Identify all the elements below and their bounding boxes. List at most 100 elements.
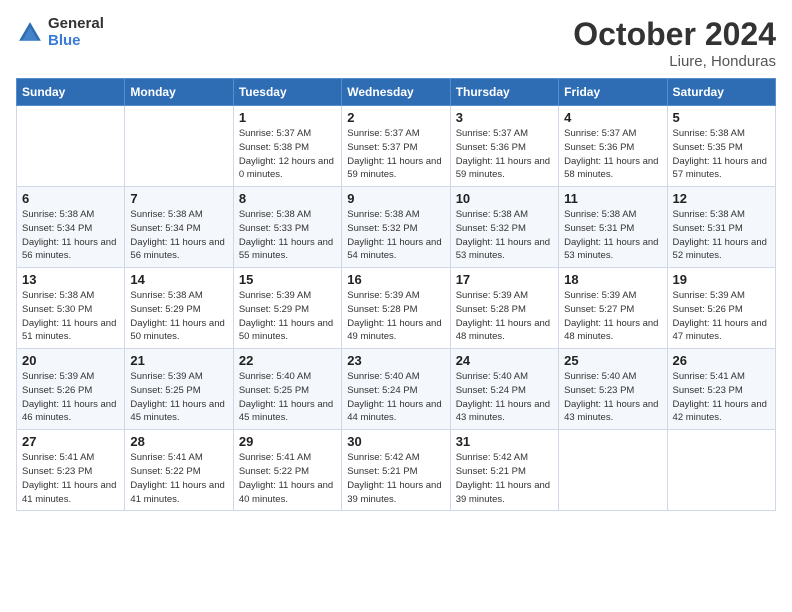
day-cell: 9 Sunrise: 5:38 AM Sunset: 5:32 PM Daylig…: [342, 187, 450, 268]
header-monday: Monday: [125, 79, 233, 106]
header-wednesday: Wednesday: [342, 79, 450, 106]
day-info: Sunrise: 5:38 AM Sunset: 5:32 PM Dayligh…: [347, 208, 444, 263]
day-info: Sunrise: 5:38 AM Sunset: 5:30 PM Dayligh…: [22, 289, 119, 344]
day-cell: 1 Sunrise: 5:37 AM Sunset: 5:38 PM Daylig…: [233, 106, 341, 187]
day-info: Sunrise: 5:40 AM Sunset: 5:25 PM Dayligh…: [239, 370, 336, 425]
day-info: Sunrise: 5:42 AM Sunset: 5:21 PM Dayligh…: [347, 451, 444, 506]
day-number: 10: [456, 191, 553, 206]
day-number: 25: [564, 353, 661, 368]
week-row-4: 20 Sunrise: 5:39 AM Sunset: 5:26 PM Dayli…: [17, 349, 776, 430]
day-number: 2: [347, 110, 444, 125]
day-info: Sunrise: 5:38 AM Sunset: 5:33 PM Dayligh…: [239, 208, 336, 263]
header-row: SundayMondayTuesdayWednesdayThursdayFrid…: [17, 79, 776, 106]
logo-text: General Blue: [48, 16, 104, 49]
location: Liure, Honduras: [573, 53, 776, 70]
day-cell: 5 Sunrise: 5:38 AM Sunset: 5:35 PM Daylig…: [667, 106, 775, 187]
day-cell: 3Sunrise: 5:37 AM Sunset: 5:36 PM Daylig…: [450, 106, 558, 187]
day-cell: 25 Sunrise: 5:40 AM Sunset: 5:23 PM Dayli…: [559, 349, 667, 430]
header-sunday: Sunday: [17, 79, 125, 106]
day-cell: 2 Sunrise: 5:37 AM Sunset: 5:37 PM Daylig…: [342, 106, 450, 187]
day-info: Sunrise: 5:37 AM Sunset: 5:38 PM Dayligh…: [239, 127, 336, 182]
day-number: 18: [564, 272, 661, 287]
day-cell: 16Sunrise: 5:39 AM Sunset: 5:28 PM Dayli…: [342, 268, 450, 349]
day-cell: 21Sunrise: 5:39 AM Sunset: 5:25 PM Dayli…: [125, 349, 233, 430]
day-number: 11: [564, 191, 661, 206]
day-cell: 20 Sunrise: 5:39 AM Sunset: 5:26 PM Dayli…: [17, 349, 125, 430]
day-info: Sunrise: 5:39 AM Sunset: 5:26 PM Dayligh…: [22, 370, 119, 425]
day-cell: 23 Sunrise: 5:40 AM Sunset: 5:24 PM Dayli…: [342, 349, 450, 430]
day-number: 29: [239, 434, 336, 449]
day-number: 13: [22, 272, 119, 287]
day-info: Sunrise: 5:41 AM Sunset: 5:22 PM Dayligh…: [239, 451, 336, 506]
day-cell: 14 Sunrise: 5:38 AM Sunset: 5:29 PM Dayli…: [125, 268, 233, 349]
day-cell: [667, 430, 775, 511]
day-cell: 31 Sunrise: 5:42 AM Sunset: 5:21 PM Dayli…: [450, 430, 558, 511]
day-info: Sunrise: 5:42 AM Sunset: 5:21 PM Dayligh…: [456, 451, 553, 506]
day-info: Sunrise: 5:37 AM Sunset: 5:37 PM Dayligh…: [347, 127, 444, 182]
day-info: Sunrise: 5:38 AM Sunset: 5:34 PM Dayligh…: [130, 208, 227, 263]
day-number: 12: [673, 191, 770, 206]
day-cell: 11 Sunrise: 5:38 AM Sunset: 5:31 PM Dayli…: [559, 187, 667, 268]
day-cell: 30Sunrise: 5:42 AM Sunset: 5:21 PM Dayli…: [342, 430, 450, 511]
logo-icon: [16, 19, 44, 47]
day-cell: 17Sunrise: 5:39 AM Sunset: 5:28 PM Dayli…: [450, 268, 558, 349]
day-cell: [559, 430, 667, 511]
day-info: Sunrise: 5:38 AM Sunset: 5:34 PM Dayligh…: [22, 208, 119, 263]
day-number: 8: [239, 191, 336, 206]
page-header: General Blue October 2024 Liure, Hondura…: [16, 16, 776, 70]
day-number: 6: [22, 191, 119, 206]
day-number: 28: [130, 434, 227, 449]
day-number: 22: [239, 353, 336, 368]
day-info: Sunrise: 5:41 AM Sunset: 5:23 PM Dayligh…: [22, 451, 119, 506]
day-info: Sunrise: 5:38 AM Sunset: 5:35 PM Dayligh…: [673, 127, 770, 182]
header-thursday: Thursday: [450, 79, 558, 106]
logo-blue: Blue: [48, 33, 104, 50]
day-info: Sunrise: 5:37 AM Sunset: 5:36 PM Dayligh…: [564, 127, 661, 182]
day-cell: 24Sunrise: 5:40 AM Sunset: 5:24 PM Dayli…: [450, 349, 558, 430]
calendar-header: SundayMondayTuesdayWednesdayThursdayFrid…: [17, 79, 776, 106]
day-cell: 7 Sunrise: 5:38 AM Sunset: 5:34 PM Daylig…: [125, 187, 233, 268]
day-cell: [125, 106, 233, 187]
day-cell: 10 Sunrise: 5:38 AM Sunset: 5:32 PM Dayli…: [450, 187, 558, 268]
day-cell: 26Sunrise: 5:41 AM Sunset: 5:23 PM Dayli…: [667, 349, 775, 430]
day-info: Sunrise: 5:38 AM Sunset: 5:31 PM Dayligh…: [564, 208, 661, 263]
day-cell: 22 Sunrise: 5:40 AM Sunset: 5:25 PM Dayli…: [233, 349, 341, 430]
day-info: Sunrise: 5:40 AM Sunset: 5:24 PM Dayligh…: [347, 370, 444, 425]
day-number: 21: [130, 353, 227, 368]
day-number: 19: [673, 272, 770, 287]
day-cell: 27 Sunrise: 5:41 AM Sunset: 5:23 PM Dayli…: [17, 430, 125, 511]
day-number: 1: [239, 110, 336, 125]
day-info: Sunrise: 5:38 AM Sunset: 5:29 PM Dayligh…: [130, 289, 227, 344]
day-number: 9: [347, 191, 444, 206]
day-cell: 18 Sunrise: 5:39 AM Sunset: 5:27 PM Dayli…: [559, 268, 667, 349]
day-number: 26: [673, 353, 770, 368]
logo-general: General: [48, 16, 104, 33]
day-number: 23: [347, 353, 444, 368]
day-cell: 8 Sunrise: 5:38 AM Sunset: 5:33 PM Daylig…: [233, 187, 341, 268]
day-cell: 28Sunrise: 5:41 AM Sunset: 5:22 PM Dayli…: [125, 430, 233, 511]
day-number: 15: [239, 272, 336, 287]
day-info: Sunrise: 5:39 AM Sunset: 5:27 PM Dayligh…: [564, 289, 661, 344]
day-number: 14: [130, 272, 227, 287]
day-cell: 4 Sunrise: 5:37 AM Sunset: 5:36 PM Daylig…: [559, 106, 667, 187]
week-row-3: 13 Sunrise: 5:38 AM Sunset: 5:30 PM Dayli…: [17, 268, 776, 349]
day-number: 20: [22, 353, 119, 368]
day-number: 4: [564, 110, 661, 125]
logo: General Blue: [16, 16, 104, 49]
day-cell: 13 Sunrise: 5:38 AM Sunset: 5:30 PM Dayli…: [17, 268, 125, 349]
calendar-body: 1 Sunrise: 5:37 AM Sunset: 5:38 PM Daylig…: [17, 106, 776, 511]
day-number: 31: [456, 434, 553, 449]
header-tuesday: Tuesday: [233, 79, 341, 106]
day-info: Sunrise: 5:39 AM Sunset: 5:29 PM Dayligh…: [239, 289, 336, 344]
day-info: Sunrise: 5:39 AM Sunset: 5:26 PM Dayligh…: [673, 289, 770, 344]
day-info: Sunrise: 5:38 AM Sunset: 5:32 PM Dayligh…: [456, 208, 553, 263]
day-number: 27: [22, 434, 119, 449]
day-number: 7: [130, 191, 227, 206]
day-number: 3: [456, 110, 553, 125]
day-cell: 6 Sunrise: 5:38 AM Sunset: 5:34 PM Daylig…: [17, 187, 125, 268]
calendar-table: SundayMondayTuesdayWednesdayThursdayFrid…: [16, 78, 776, 511]
day-number: 5: [673, 110, 770, 125]
header-friday: Friday: [559, 79, 667, 106]
day-cell: 15 Sunrise: 5:39 AM Sunset: 5:29 PM Dayli…: [233, 268, 341, 349]
day-info: Sunrise: 5:40 AM Sunset: 5:23 PM Dayligh…: [564, 370, 661, 425]
